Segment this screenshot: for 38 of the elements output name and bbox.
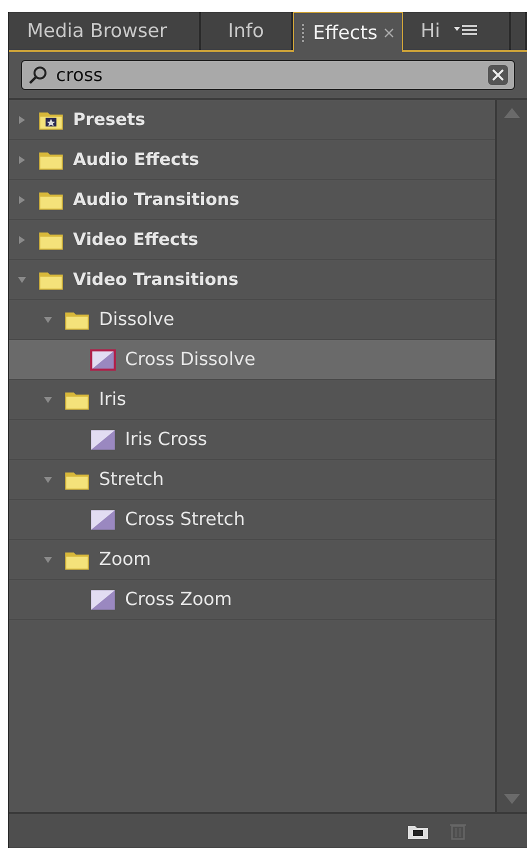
folder-item[interactable]: Audio Transitions: [9, 180, 495, 220]
effect-item[interactable]: Cross Stretch: [9, 500, 495, 540]
panel-tab[interactable]: [511, 12, 527, 50]
collapse-triangle-icon[interactable]: [43, 554, 53, 564]
expand-triangle-icon[interactable]: [17, 194, 27, 204]
panel-tab[interactable]: Hi: [402, 12, 511, 50]
transition-icon: [89, 428, 117, 452]
search-icon: [28, 65, 48, 85]
panel-tab[interactable]: Media Browser: [9, 12, 201, 50]
folder-item[interactable]: Presets: [9, 100, 495, 140]
collapse-triangle-icon[interactable]: [17, 274, 27, 284]
folder-item[interactable]: Audio Effects: [9, 140, 495, 180]
folder-item[interactable]: Video Transitions: [9, 260, 495, 300]
panel-menu-icon[interactable]: [454, 24, 478, 38]
trash-icon[interactable]: [447, 822, 469, 840]
collapse-triangle-icon[interactable]: [43, 314, 53, 324]
expand-triangle-icon[interactable]: [17, 114, 27, 124]
folder-item[interactable]: Iris: [9, 380, 495, 420]
close-icon[interactable]: [384, 28, 394, 38]
effect-item[interactable]: Cross Dissolve: [9, 340, 495, 380]
folder-item[interactable]: Zoom: [9, 540, 495, 580]
collapse-triangle-icon[interactable]: [43, 474, 53, 484]
effect-item[interactable]: Cross Zoom: [9, 580, 495, 620]
scroll-down-arrow[interactable]: [502, 792, 522, 806]
collapse-triangle-icon[interactable]: [43, 394, 53, 404]
folder-item[interactable]: Stretch: [9, 460, 495, 500]
expand-triangle-icon[interactable]: [17, 234, 27, 244]
transition-icon: [89, 348, 117, 372]
clear-button[interactable]: [488, 65, 508, 85]
panel-tab[interactable]: Info: [201, 12, 293, 50]
effect-item[interactable]: Iris Cross: [9, 420, 495, 460]
transition-icon: [89, 508, 117, 532]
folder-item[interactable]: Video Effects: [9, 220, 495, 260]
transition-icon: [89, 588, 117, 612]
search-field[interactable]: cross: [21, 60, 515, 90]
panel-tab[interactable]: Effects: [293, 12, 403, 52]
scroll-up-arrow[interactable]: [502, 106, 522, 120]
expand-triangle-icon[interactable]: [17, 154, 27, 164]
